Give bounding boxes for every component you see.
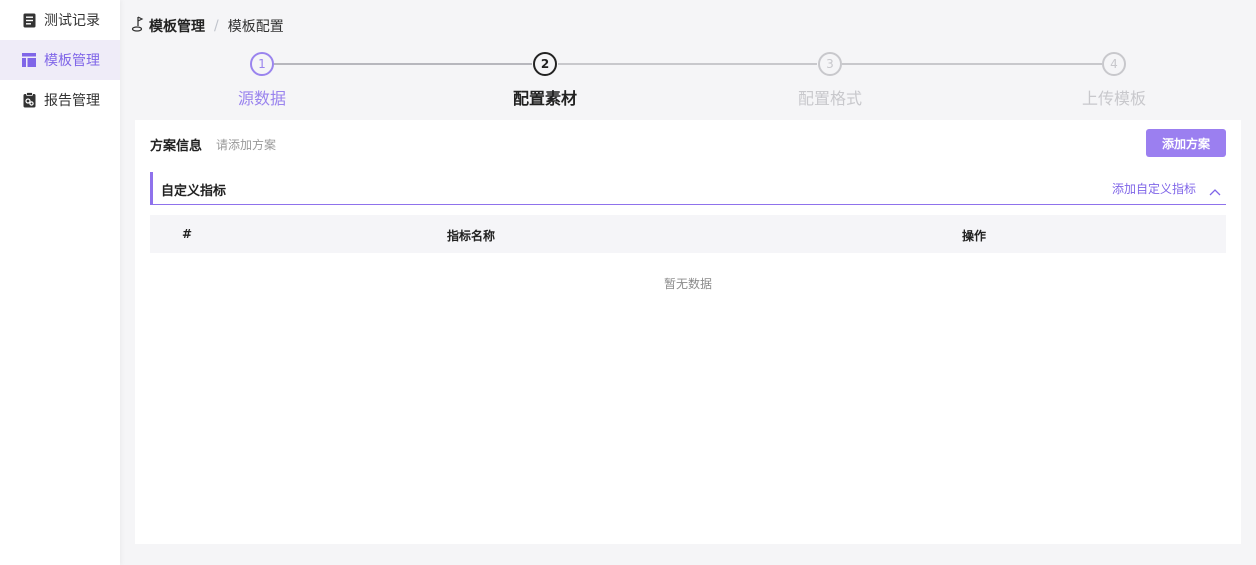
sidebar-item-test-records[interactable]: 测试记录 xyxy=(0,0,120,40)
step-configure-materials[interactable]: 2 配置素材 xyxy=(485,52,605,109)
add-custom-metric-link[interactable]: 添加自定义指标 xyxy=(1112,180,1196,197)
step-number: 3 xyxy=(818,52,842,76)
column-header-index: # xyxy=(182,227,193,241)
breadcrumb-separator: / xyxy=(214,18,219,34)
progress-steps: 1 源数据 2 配置素材 3 配置格式 4 上传模板 xyxy=(135,48,1241,110)
breadcrumb: 模板管理 / 模板配置 xyxy=(131,16,284,36)
column-header-actions: 操作 xyxy=(962,229,987,243)
step-label: 配置格式 xyxy=(797,89,862,108)
step-number: 2 xyxy=(533,52,557,76)
section-title: 自定义指标 xyxy=(161,184,227,199)
config-panel: 方案信息 请添加方案 添加方案 自定义指标 添加自定义指标 # 指标名称 操作 … xyxy=(135,120,1241,544)
custom-metrics-header: 自定义指标 添加自定义指标 xyxy=(150,172,1226,205)
chevron-up-icon[interactable] xyxy=(1208,182,1222,196)
add-scheme-button[interactable]: 添加方案 xyxy=(1146,129,1226,157)
step-number: 1 xyxy=(250,52,274,76)
breadcrumb-home[interactable]: 模板管理 xyxy=(149,16,205,36)
step-source-data[interactable]: 1 源数据 xyxy=(202,52,322,109)
column-header-metric-name: 指标名称 xyxy=(447,229,496,243)
table-header: # 指标名称 操作 xyxy=(150,215,1226,253)
sidebar-item-label: 报告管理 xyxy=(44,93,100,109)
sidebar-item-label: 模板管理 xyxy=(44,53,100,69)
empty-state-text: 暂无数据 xyxy=(663,277,712,291)
home-icon[interactable] xyxy=(131,16,145,36)
scheme-hint: 请添加方案 xyxy=(216,137,277,152)
step-label: 上传模板 xyxy=(1081,89,1146,108)
step-label: 源数据 xyxy=(237,89,286,108)
step-number: 4 xyxy=(1102,52,1126,76)
sidebar-item-report-management[interactable]: 报告管理 xyxy=(0,80,120,120)
custom-metrics-table: # 指标名称 操作 暂无数据 xyxy=(150,215,1226,292)
sidebar-item-label: 测试记录 xyxy=(44,13,100,29)
step-configure-format[interactable]: 3 配置格式 xyxy=(770,52,890,109)
report-clipboard-icon xyxy=(22,92,36,108)
scheme-title: 方案信息 xyxy=(150,138,203,154)
template-layout-icon xyxy=(22,52,36,68)
sidebar-item-template-management[interactable]: 模板管理 xyxy=(0,40,120,80)
step-label: 配置素材 xyxy=(512,89,577,108)
breadcrumb-current: 模板配置 xyxy=(227,19,284,35)
step-upload-template[interactable]: 4 上传模板 xyxy=(1054,52,1174,109)
scheme-info-row: 方案信息 请添加方案 xyxy=(150,134,276,154)
sidebar: 测试记录 模板管理 报告管理 xyxy=(0,0,120,565)
document-list-icon xyxy=(22,12,36,28)
